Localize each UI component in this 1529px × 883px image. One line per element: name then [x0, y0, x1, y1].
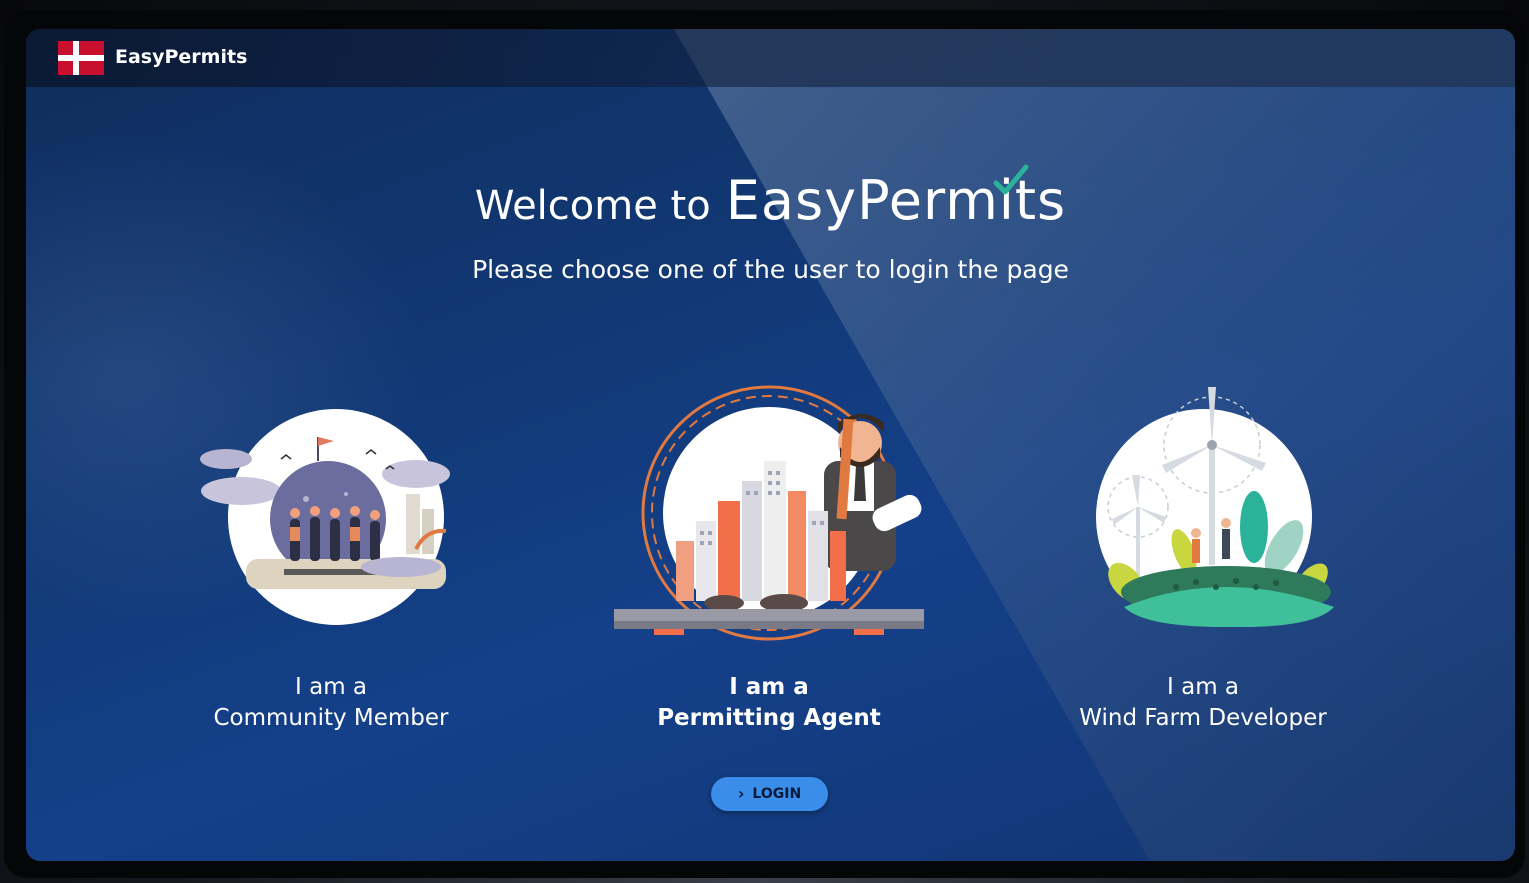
welcome-prefix: Welcome to	[474, 183, 711, 229]
login-button[interactable]: › LOGIN	[711, 777, 828, 811]
checkmark-icon	[993, 164, 1029, 195]
top-bar: EasyPermits	[26, 29, 1515, 87]
role-community-member-line2: Community Member	[213, 705, 449, 731]
role-permitting-agent-line2: Permitting Agent	[657, 705, 881, 731]
welcome-heading: Welcome to EasyPermits	[26, 164, 1515, 232]
role-wind-farm-developer[interactable]: I am a Wind Farm Developer	[1023, 672, 1383, 734]
role-permitting-agent[interactable]: I am a Permitting Agent	[589, 672, 949, 734]
role-community-member-line1: I am a	[295, 674, 367, 700]
role-permitting-agent-line1: I am a	[729, 674, 809, 700]
permitting-agent-illustration[interactable]	[614, 381, 924, 646]
logo-wordmark: EasyPermits	[726, 164, 1066, 232]
login-button-label: LOGIN	[752, 786, 802, 802]
role-community-member[interactable]: I am a Community Member	[151, 672, 511, 734]
community-member-illustration[interactable]	[186, 399, 456, 629]
wind-farm-developer-illustration[interactable]	[1086, 377, 1336, 627]
device-frame: EasyPermits Welcome to EasyPermits Pleas…	[0, 0, 1529, 883]
role-wind-farm-developer-line2: Wind Farm Developer	[1079, 705, 1327, 731]
app-screen: EasyPermits Welcome to EasyPermits Pleas…	[26, 29, 1515, 861]
page-subtitle: Please choose one of the user to login t…	[472, 255, 1069, 284]
role-wind-farm-developer-line1: I am a	[1167, 674, 1239, 700]
denmark-flag-icon	[58, 41, 104, 75]
chevron-right-icon: ›	[737, 784, 745, 803]
brand-name: EasyPermits	[115, 46, 248, 68]
